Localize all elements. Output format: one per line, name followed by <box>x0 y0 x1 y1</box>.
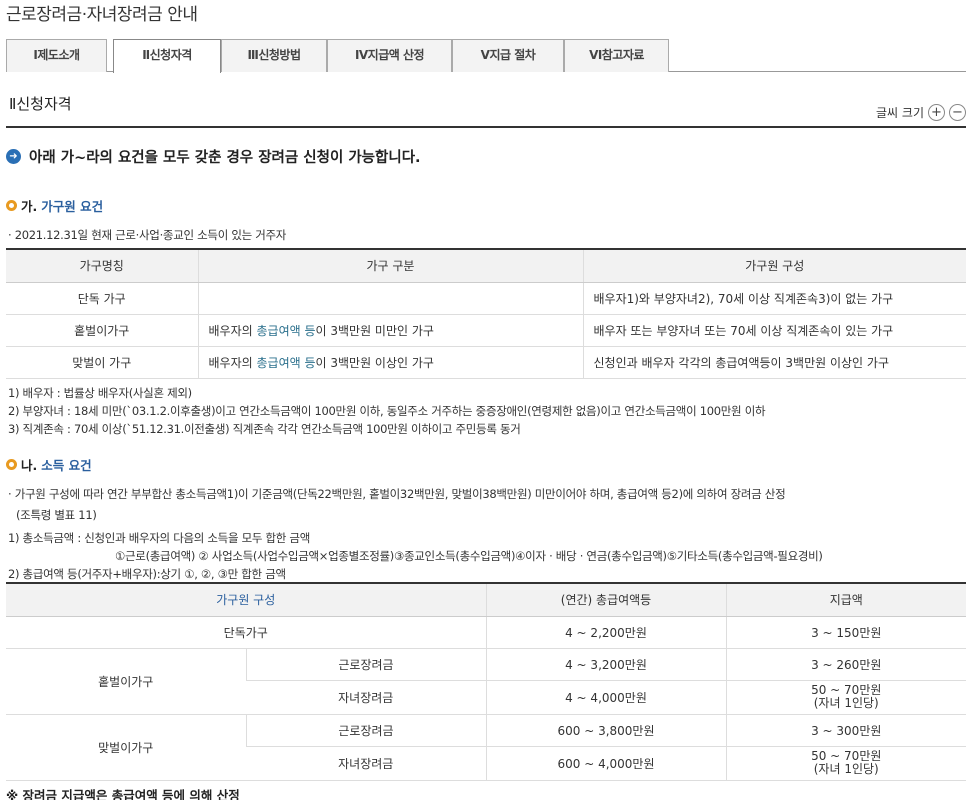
benefit-type: 근로장려금 <box>245 714 486 747</box>
household-category: 배우자의 총급여액 등이 3백만원 이상인 가구 <box>197 346 583 379</box>
footnote: 3) 직계존속 : 70세 이상(`51.12.31.이전출생) 직계존속 각각… <box>8 422 521 436</box>
household-type: 맞벌이가구 <box>6 714 246 781</box>
lead-text: ➜ 아래 가~라의 요건을 모두 갖춘 경우 장려금 신청이 가능합니다. <box>6 146 421 167</box>
bullet-circle-icon <box>6 459 17 470</box>
bullet-circle-icon <box>6 200 17 211</box>
household-members: 신청인과 배우자 각각의 총급여액등이 3백만원 이상인 가구 <box>582 346 966 379</box>
gross-pay-link[interactable]: 총급여액 등 <box>256 356 315 370</box>
section-title: Ⅱ신청자격 <box>9 95 72 113</box>
household-table: 가구명칭 가구 구분 가구원 구성 단독 가구 배우자1)와 부양자녀2), 7… <box>6 248 966 379</box>
table-header: 지급액 <box>725 583 966 617</box>
benefit-amount: 50 ~ 70만원 (자녀 1인당) <box>725 746 966 781</box>
font-size-label: 글씨 크기 <box>876 106 924 120</box>
gross-pay-link[interactable]: 총급여액 등 <box>256 324 315 338</box>
table-header: 가구원 구성 <box>582 249 966 283</box>
household-name: 홑벌이가구 <box>6 314 198 347</box>
table-header: 가구명칭 <box>6 249 198 283</box>
income-prefix: 나. <box>21 458 38 473</box>
income-heading-label: 소득 요건 <box>41 458 92 473</box>
table-header-row: 가구명칭 가구 구분 가구원 구성 <box>6 249 966 283</box>
table-row: 맞벌이 가구 배우자의 총급여액 등이 3백만원 이상인 가구 신청인과 배우자… <box>6 346 966 379</box>
title-divider <box>6 126 966 128</box>
income-note: ①근로(총급여액) ② 사업소득(사업수입금액×업종별조정률)③종교인소득(총수… <box>115 549 823 563</box>
household-type: 단독가구 <box>6 616 486 649</box>
benefit-amount: 50 ~ 70만원 (자녀 1인당) <box>725 680 966 715</box>
income-range: 4 ~ 2,200만원 <box>485 616 726 649</box>
benefit-amount: 3 ~ 260만원 <box>725 648 966 681</box>
income-table: 가구원 구성 (연간) 총급여액등 지급액 단독가구 4 ~ 2,200만원 3… <box>6 582 966 781</box>
table-row: 단독 가구 배우자1)와 부양자녀2), 70세 이상 직계존속3)이 없는 가… <box>6 282 966 315</box>
household-type: 홑벌이가구 <box>6 648 246 715</box>
lead-label: 아래 가~라의 요건을 모두 갖춘 경우 장려금 신청이 가능합니다. <box>29 150 421 166</box>
benefit-amount: 3 ~ 300만원 <box>725 714 966 747</box>
table-row: 단독가구 4 ~ 2,200만원 3 ~ 150만원 <box>6 616 966 649</box>
benefit-amount: 3 ~ 150만원 <box>725 616 966 649</box>
tab-application[interactable]: Ⅲ신청방법 <box>221 39 327 72</box>
font-increase-icon[interactable]: + <box>928 104 945 121</box>
household-members: 배우자1)와 부양자녀2), 70세 이상 직계존속3)이 없는 가구 <box>582 282 966 315</box>
footnote: 1) 배우자 : 법률상 배우자(사실혼 제외) <box>8 386 192 400</box>
table-header: 가구 구분 <box>197 249 583 283</box>
table-row: 맞벌이가구 근로장려금 600 ~ 3,800만원 3 ~ 300만원 <box>6 714 966 781</box>
benefit-type: 근로장려금 <box>245 648 486 681</box>
income-range: 4 ~ 4,000만원 <box>485 680 726 715</box>
income-description-ref: (조특령 별표 11) <box>16 508 97 522</box>
table-header: 가구원 구성 <box>6 583 486 617</box>
income-range: 600 ~ 3,800만원 <box>485 714 726 747</box>
page-title: 근로장려금·자녀장려금 안내 <box>6 5 198 25</box>
arrow-circle-icon: ➜ <box>6 149 21 164</box>
income-note: 2) 총급여액 등(거주자+배우자):상기 ①, ②, ③만 합한 금액 <box>8 567 286 581</box>
household-members: 배우자 또는 부양자녀 또는 70세 이상 직계존속이 있는 가구 <box>582 314 966 347</box>
income-range: 600 ~ 4,000만원 <box>485 746 726 781</box>
household-category <box>197 282 583 315</box>
household-heading: 가. 가구원 요건 <box>6 196 103 215</box>
table-row: 홑벌이가구 근로장려금 4 ~ 3,200만원 3 ~ 260만원 <box>6 648 966 715</box>
household-heading-label: 가구원 요건 <box>41 199 104 214</box>
household-prefix: 가. <box>21 199 38 214</box>
font-size-control: 글씨 크기 + − <box>876 104 966 121</box>
income-heading: 나. 소득 요건 <box>6 455 92 474</box>
tab-amount[interactable]: Ⅳ지급액 산정 <box>327 39 452 72</box>
benefit-type: 자녀장려금 <box>246 680 486 715</box>
tab-intro[interactable]: Ⅰ제도소개 <box>6 39 107 72</box>
footnote: 2) 부양자녀 : 18세 미만(`03.1.2.이후출생)이고 연간소득금액이… <box>8 404 766 418</box>
income-range: 4 ~ 3,200만원 <box>485 648 726 681</box>
table-header-row: 가구원 구성 (연간) 총급여액등 지급액 <box>6 583 966 617</box>
income-note: 1) 총소득금액 : 신청인과 배우자의 다음의 소득을 모두 합한 금액 <box>8 531 310 545</box>
household-name: 맞벌이 가구 <box>6 346 198 379</box>
household-note: · 2021.12.31일 현재 근로·사업·종교인 소득이 있는 거주자 <box>8 228 287 242</box>
household-category: 배우자의 총급여액 등이 3백만원 미만인 가구 <box>197 314 583 347</box>
tab-reference[interactable]: Ⅵ참고자료 <box>564 39 669 72</box>
benefit-type: 자녀장려금 <box>246 746 486 781</box>
household-name: 단독 가구 <box>6 282 198 315</box>
tab-payment[interactable]: Ⅴ지급 절차 <box>452 39 564 72</box>
tab-eligibility[interactable]: Ⅱ신청자격 <box>113 39 221 73</box>
bottom-note: ※ 장려금 지급액은 총급여액 등에 의해 산정 <box>6 788 240 800</box>
table-row: 홑벌이가구 배우자의 총급여액 등이 3백만원 미만인 가구 배우자 또는 부양… <box>6 314 966 347</box>
font-decrease-icon[interactable]: − <box>949 104 966 121</box>
table-header: (연간) 총급여액등 <box>485 583 726 617</box>
income-description: · 가구원 구성에 따라 연간 부부합산 총소득금액1)이 기준금액(단독22백… <box>8 487 786 501</box>
tab-bar: Ⅰ제도소개 Ⅱ신청자격 Ⅲ신청방법 Ⅳ지급액 산정 Ⅴ지급 절차 Ⅵ참고자료 <box>6 39 966 73</box>
